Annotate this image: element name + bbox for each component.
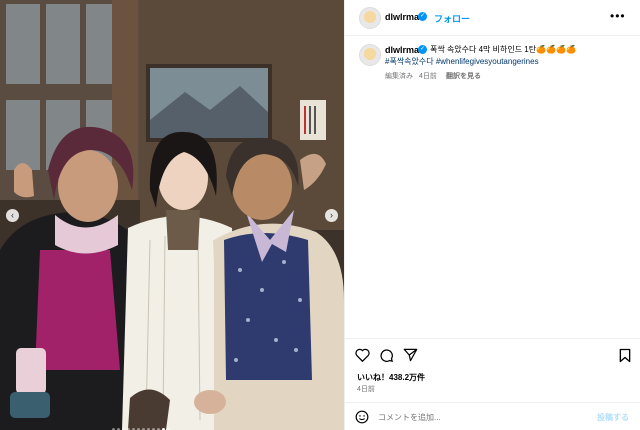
post-age[interactable]: 4日前 <box>357 384 375 394</box>
caption-verified-badge-icon: ✓ <box>418 45 427 54</box>
edited-age: 4日前 <box>419 73 437 80</box>
heart-icon[interactable] <box>355 348 370 362</box>
caption-text: 폭싹 속았수다 4막 비하인드 1탄🍊🍊🍊🍊 <box>430 45 576 54</box>
post-comment-button[interactable]: 投稿する <box>597 412 629 423</box>
username[interactable]: dlwlrma <box>385 12 419 22</box>
more-options-icon[interactable]: ••• <box>610 9 626 23</box>
comment-input[interactable]: コメントを追加... <box>378 412 441 423</box>
caption-avatar[interactable] <box>359 44 381 66</box>
comment-icon[interactable] <box>379 348 394 363</box>
post-header: dlwlrma ✓ フォロー ••• <box>345 0 640 36</box>
emoji-icon[interactable] <box>355 410 369 424</box>
follow-button[interactable]: フォロー <box>434 12 470 25</box>
photo-illustration <box>0 0 344 430</box>
translate-link[interactable]: 翻訳を見る <box>446 71 481 81</box>
bookmark-icon[interactable] <box>619 348 631 363</box>
edited-label: 編集済み <box>385 73 413 80</box>
verified-badge-icon: ✓ <box>418 12 427 21</box>
caption-hashtags[interactable]: #폭싹속았수다 #whenlifegivesyoutangerines <box>385 56 605 67</box>
avatar[interactable] <box>359 7 381 29</box>
post-side-panel: dlwlrma ✓ フォロー ••• dlwlrma ✓ 폭싹 속았수다 4막 … <box>344 0 640 430</box>
carousel-indicator <box>112 418 172 430</box>
post-photo: ‹ › <box>0 0 344 430</box>
likes-count[interactable]: いいね！438.2万件 <box>357 372 425 383</box>
chevron-left-icon[interactable]: ‹ <box>6 209 19 222</box>
comment-bar: コメントを追加... 投稿する <box>345 402 640 430</box>
share-icon[interactable] <box>403 348 418 362</box>
caption-username[interactable]: dlwlrma <box>385 45 419 55</box>
chevron-right-icon[interactable]: › <box>325 209 338 222</box>
